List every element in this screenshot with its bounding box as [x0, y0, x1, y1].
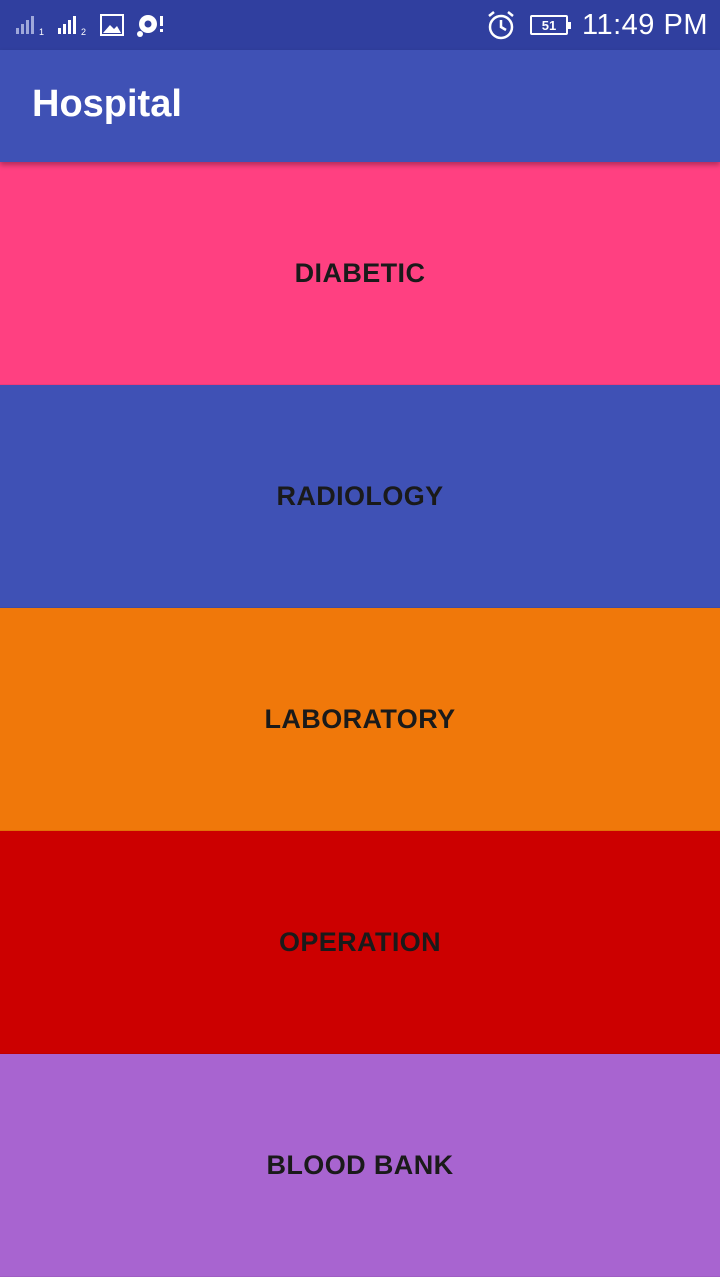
department-menu: DIABETIC RADIOLOGY LABORATORY OPERATION …: [0, 162, 720, 1277]
signal-sim2-icon: 2: [58, 14, 88, 36]
status-bar: 1 2 51 11:49 PM: [0, 0, 720, 50]
status-bar-left: 1 2: [16, 0, 166, 50]
menu-item-label: OPERATION: [278, 926, 442, 957]
sim2-number: 2: [81, 27, 86, 36]
battery-icon: 51: [530, 15, 572, 35]
alarm-icon: [486, 10, 516, 40]
app-bar: Hospital: [0, 50, 720, 162]
status-bar-right: 51 11:49 PM: [486, 0, 708, 50]
menu-item-operation[interactable]: OPERATION: [0, 831, 720, 1054]
battery-level: 51: [541, 17, 557, 33]
status-clock: 11:49 PM: [582, 8, 708, 41]
menu-item-laboratory[interactable]: LABORATORY: [0, 608, 720, 831]
signal-sim1-icon: 1: [16, 14, 46, 36]
menu-item-radiology[interactable]: RADIOLOGY: [0, 385, 720, 608]
menu-item-label: LABORATORY: [264, 703, 456, 734]
page-title: Hospital: [32, 83, 182, 125]
vpn-icon: [136, 12, 166, 38]
menu-item-diabetic[interactable]: DIABETIC: [0, 162, 720, 385]
menu-item-label: DIABETIC: [294, 257, 426, 288]
sim1-number: 1: [39, 27, 44, 36]
gallery-icon: [100, 14, 124, 36]
menu-item-label: RADIOLOGY: [276, 480, 444, 511]
menu-item-label: BLOOD BANK: [266, 1149, 454, 1180]
menu-item-blood-bank[interactable]: BLOOD BANK: [0, 1054, 720, 1277]
